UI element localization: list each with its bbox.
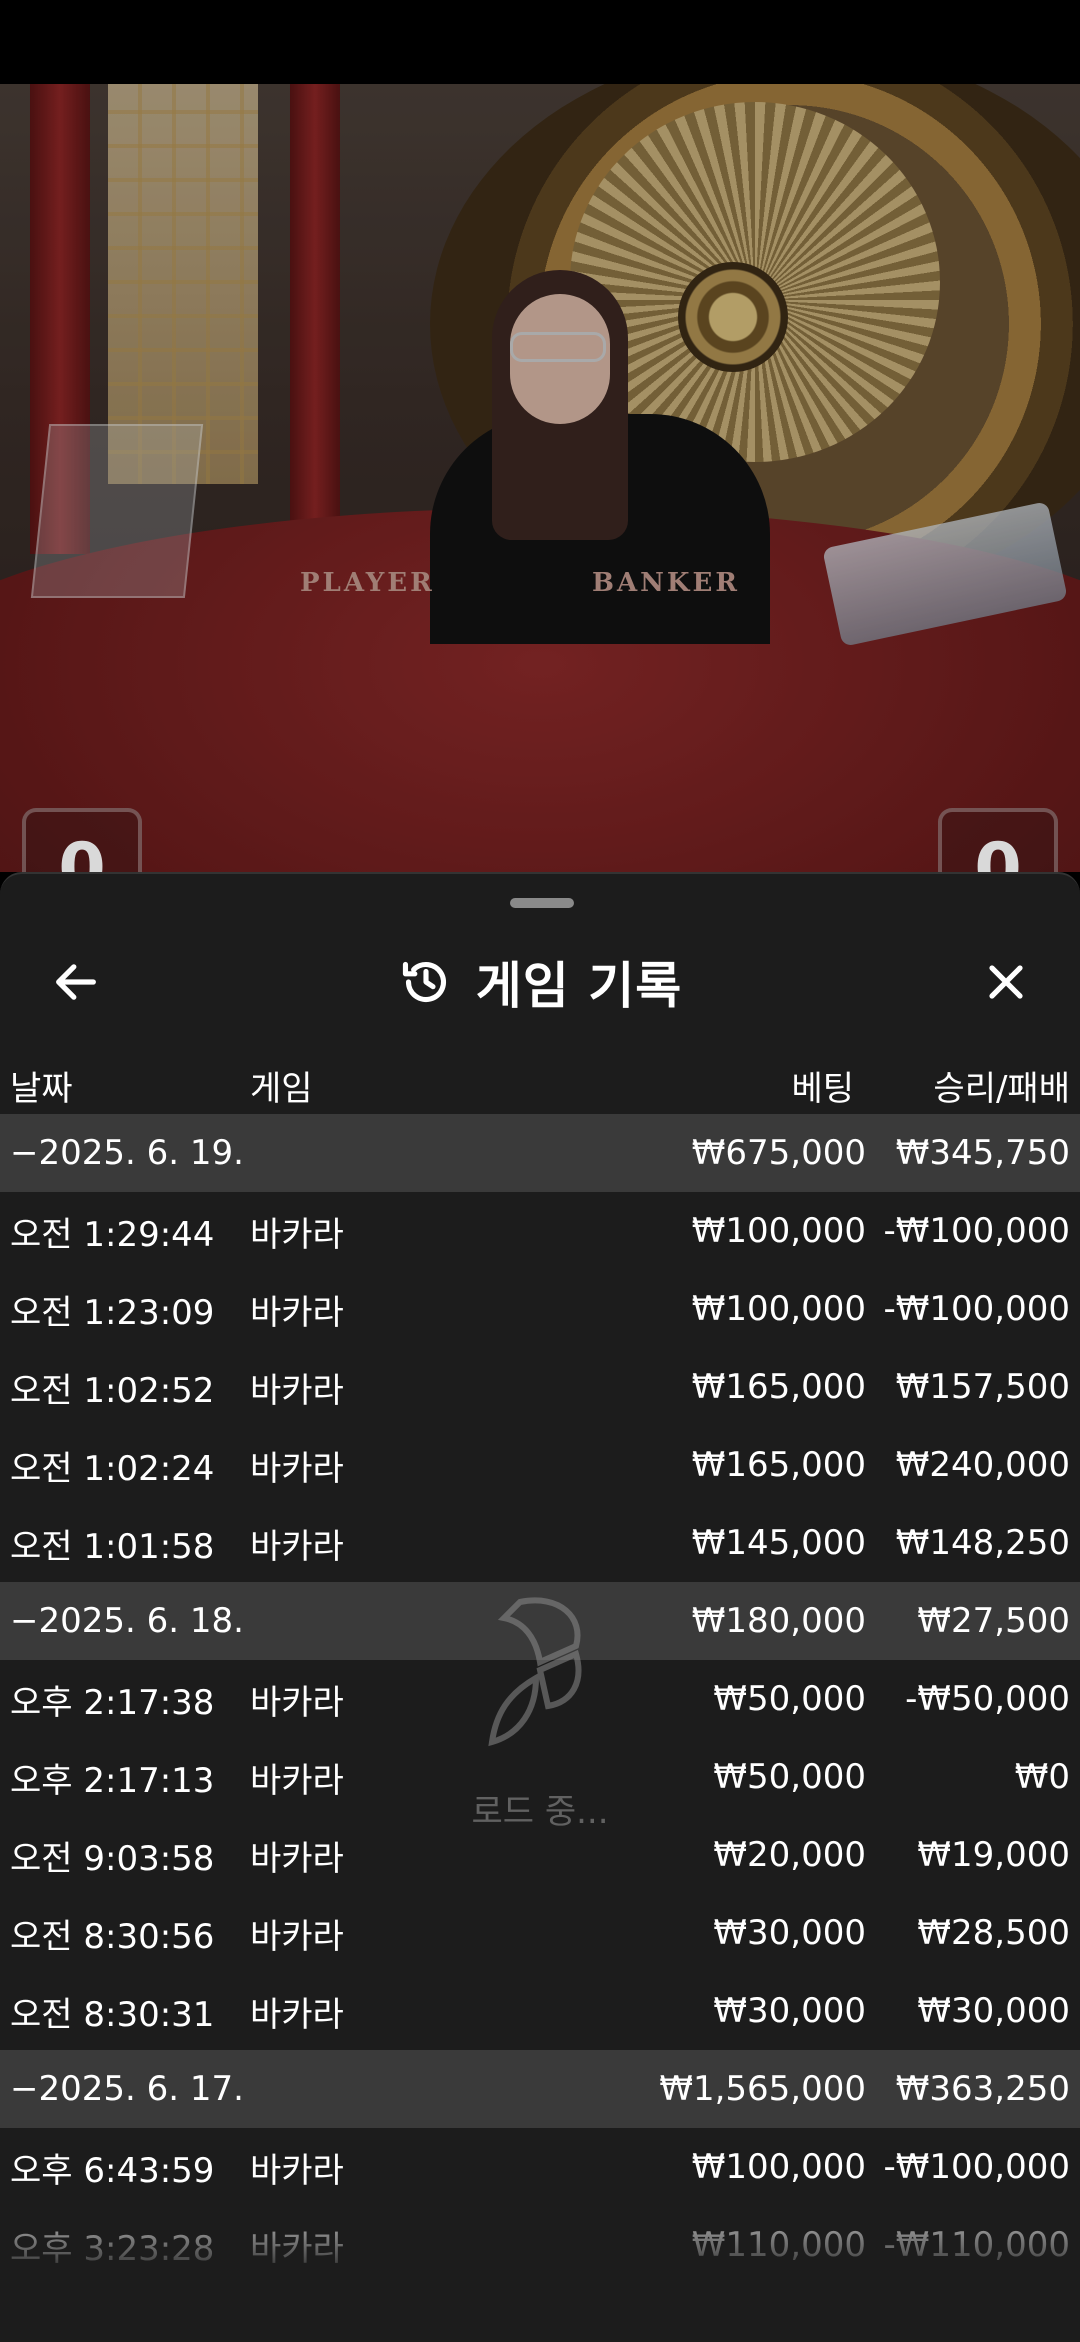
- status-bar: [0, 0, 1080, 84]
- history-row[interactable]: 오후 3:23:28 바카라 ₩110,000 -₩110,000: [0, 2206, 1080, 2284]
- round-result: ₩28,500: [917, 1913, 1070, 1953]
- round-game: 바카라: [250, 1370, 344, 1411]
- round-result: -₩50,000: [905, 1679, 1070, 1719]
- round-time: 오후 2:17:38: [10, 1682, 215, 1723]
- loading-spinner-icon: [488, 1597, 582, 1747]
- round-bet: ₩50,000: [713, 1679, 866, 1719]
- day-bet-total: ₩1,565,000: [659, 2069, 866, 2109]
- day-date: −2025. 6. 17.: [10, 2069, 244, 2109]
- round-bet: ₩30,000: [713, 1913, 866, 1953]
- column-header-game: 게임: [250, 1068, 313, 1109]
- round-result: -₩110,000: [883, 2225, 1071, 2265]
- round-time: 오전 1:01:58: [10, 1526, 215, 1567]
- video-dim-overlay: [0, 84, 1080, 872]
- page-title: 게임 기록: [475, 957, 683, 1015]
- day-bet-total: ₩675,000: [691, 1133, 866, 1173]
- day-summary-row[interactable]: −2025. 6. 19. ₩675,000 ₩345,750: [0, 1114, 1080, 1192]
- round-time: 오전 1:02:24: [10, 1448, 215, 1489]
- history-row[interactable]: 오전 1:02:24 바카라 ₩165,000 ₩240,000: [0, 1426, 1080, 1504]
- round-game: 바카라: [250, 1292, 344, 1333]
- live-video-feed: PLAYER BANKER 0 0: [0, 84, 1080, 872]
- round-game: 바카라: [250, 1214, 344, 1255]
- round-game: 바카라: [250, 1448, 344, 1489]
- player-score: 0: [22, 808, 142, 872]
- loading-indicator: 로드 중...: [440, 1594, 640, 1834]
- round-game: 바카라: [250, 1760, 344, 1801]
- day-summary-row[interactable]: −2025. 6. 17. ₩1,565,000 ₩363,250: [0, 2050, 1080, 2128]
- history-icon: [402, 961, 446, 1003]
- round-result: -₩100,000: [883, 2147, 1071, 2187]
- round-bet: ₩20,000: [713, 1835, 866, 1875]
- round-bet: ₩100,000: [691, 2147, 866, 2187]
- round-result: ₩157,500: [895, 1367, 1070, 1407]
- round-time: 오전 8:30:56: [10, 1916, 215, 1957]
- round-bet: ₩30,000: [713, 1991, 866, 2031]
- day-result-total: ₩27,500: [917, 1601, 1070, 1641]
- round-time: 오후 2:17:13: [10, 1760, 215, 1801]
- history-row[interactable]: 오전 1:23:09 바카라 ₩100,000 -₩100,000: [0, 1270, 1080, 1348]
- history-row[interactable]: 오전 1:29:44 바카라 ₩100,000 -₩100,000: [0, 1192, 1080, 1270]
- round-time: 오후 6:43:59: [10, 2150, 215, 2191]
- round-game: 바카라: [250, 2228, 344, 2269]
- close-icon: [989, 965, 1023, 999]
- round-time: 오후 3:23:28: [10, 2228, 215, 2269]
- sheet-grabber[interactable]: [510, 898, 574, 908]
- round-time: 오전 1:02:52: [10, 1370, 215, 1411]
- column-header-date: 날짜: [10, 1068, 73, 1109]
- game-history-sheet: 게임 기록 날짜 게임 베팅 승리/패배 −2025. 6. 19. ₩675,…: [0, 872, 1080, 2342]
- round-time: 오전 1:29:44: [10, 1214, 215, 1255]
- day-result-total: ₩363,250: [895, 2069, 1070, 2109]
- round-result: ₩0: [1014, 1757, 1070, 1797]
- arrow-left-icon: [56, 964, 96, 1000]
- round-game: 바카라: [250, 1838, 344, 1879]
- round-game: 바카라: [250, 2150, 344, 2191]
- round-bet: ₩50,000: [713, 1757, 866, 1797]
- back-button[interactable]: [26, 932, 126, 1032]
- round-result: -₩100,000: [883, 1289, 1071, 1329]
- round-result: ₩148,250: [895, 1523, 1070, 1563]
- history-row[interactable]: 오전 8:30:56 바카라 ₩30,000 ₩28,500: [0, 1894, 1080, 1972]
- round-time: 오전 1:23:09: [10, 1292, 215, 1333]
- column-header-result: 승리/패배: [933, 1068, 1070, 1109]
- round-bet: ₩165,000: [691, 1367, 866, 1407]
- round-bet: ₩110,000: [691, 2225, 866, 2265]
- round-result: -₩100,000: [883, 1211, 1071, 1251]
- round-bet: ₩145,000: [691, 1523, 866, 1563]
- column-header-bet: 베팅: [791, 1068, 854, 1109]
- history-row[interactable]: 오전 1:01:58 바카라 ₩145,000 ₩148,250: [0, 1504, 1080, 1582]
- day-bet-total: ₩180,000: [691, 1601, 866, 1641]
- close-button[interactable]: [956, 932, 1056, 1032]
- round-game: 바카라: [250, 1526, 344, 1567]
- round-bet: ₩100,000: [691, 1211, 866, 1251]
- day-date: −2025. 6. 19.: [10, 1133, 244, 1173]
- loading-text: 로드 중...: [471, 1792, 609, 1832]
- round-result: ₩19,000: [917, 1835, 1070, 1875]
- round-bet: ₩100,000: [691, 1289, 866, 1329]
- round-result: ₩30,000: [917, 1991, 1070, 2031]
- round-game: 바카라: [250, 1682, 344, 1723]
- day-date: −2025. 6. 18.: [10, 1601, 244, 1641]
- round-game: 바카라: [250, 1916, 344, 1957]
- history-row[interactable]: 오전 1:02:52 바카라 ₩165,000 ₩157,500: [0, 1348, 1080, 1426]
- round-result: ₩240,000: [895, 1445, 1070, 1485]
- banker-score: 0: [938, 808, 1058, 872]
- round-time: 오전 8:30:31: [10, 1994, 215, 2035]
- round-bet: ₩165,000: [691, 1445, 866, 1485]
- history-row[interactable]: 오후 6:43:59 바카라 ₩100,000 -₩100,000: [0, 2128, 1080, 2206]
- history-row[interactable]: 오전 8:30:31 바카라 ₩30,000 ₩30,000: [0, 1972, 1080, 2050]
- round-time: 오전 9:03:58: [10, 1838, 215, 1879]
- round-game: 바카라: [250, 1994, 344, 2035]
- sheet-header: 게임 기록: [0, 932, 1080, 1032]
- day-result-total: ₩345,750: [895, 1133, 1070, 1173]
